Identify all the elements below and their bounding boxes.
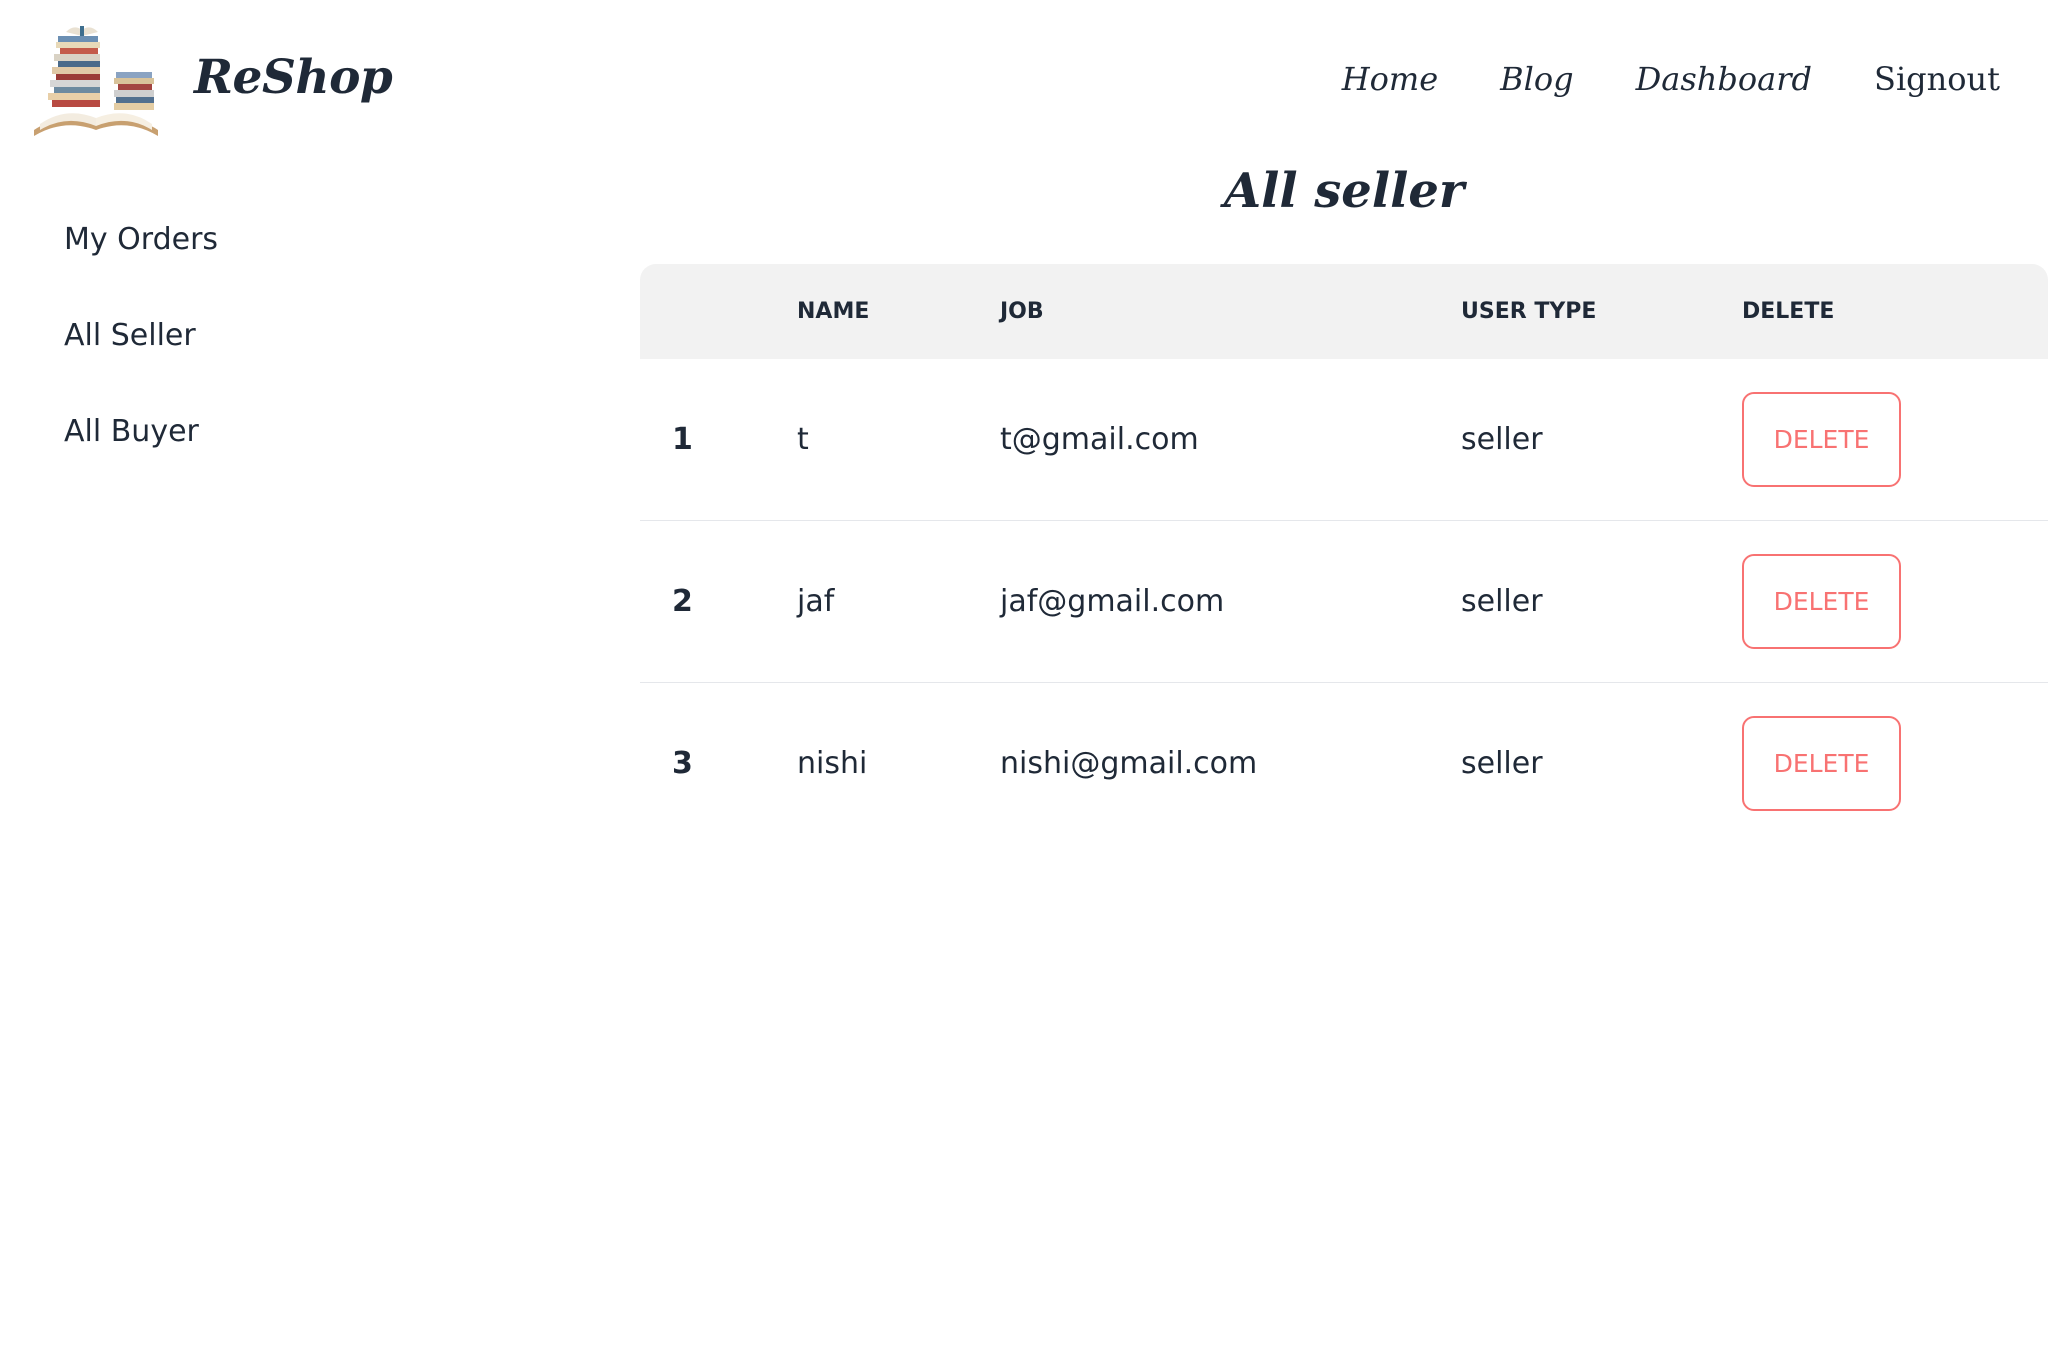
nav-signout[interactable]: Signout (1874, 52, 2000, 106)
sellers-table: NAME JOB USER TYPE DELETE 1 t t@gmail.co… (640, 264, 2048, 845)
table-row: 3 nishi nishi@gmail.com seller DELETE (640, 683, 2048, 845)
row-index: 1 (672, 422, 693, 457)
page-title: All seller (1223, 163, 1465, 219)
column-header-user-type: USER TYPE (1461, 299, 1597, 324)
nav-home[interactable]: Home (1342, 52, 1438, 106)
table-row: 1 t t@gmail.com seller DELETE (640, 359, 2048, 521)
row-name: t (797, 422, 809, 457)
nav-dashboard[interactable]: Dashboard (1636, 52, 1812, 106)
delete-button[interactable]: DELETE (1742, 554, 1901, 649)
row-job: t@gmail.com (1000, 422, 1199, 457)
site-header: ReShop Home Blog Dashboard Signout (0, 0, 2048, 160)
column-header-job: JOB (1000, 299, 1044, 324)
row-name: jaf (797, 584, 835, 619)
row-job: nishi@gmail.com (1000, 746, 1258, 781)
brand-name[interactable]: ReShop (194, 46, 393, 110)
row-index: 3 (672, 746, 693, 781)
row-job: jaf@gmail.com (1000, 584, 1225, 619)
sidebar: My Orders All Seller All Buyer (64, 212, 218, 500)
sidebar-item-my-orders[interactable]: My Orders (64, 212, 218, 308)
delete-button[interactable]: DELETE (1742, 392, 1901, 487)
delete-button[interactable]: DELETE (1742, 716, 1901, 811)
table-row: 2 jaf jaf@gmail.com seller DELETE (640, 521, 2048, 683)
column-header-name: NAME (797, 299, 870, 324)
sidebar-item-all-seller[interactable]: All Seller (64, 308, 218, 404)
row-user-type: seller (1461, 746, 1543, 781)
row-name: nishi (797, 746, 868, 781)
row-user-type: seller (1461, 422, 1543, 457)
books-stack-icon[interactable] (30, 22, 162, 142)
column-header-delete: DELETE (1742, 299, 1835, 324)
main-nav: Home Blog Dashboard Signout (1280, 52, 2000, 106)
table-header: NAME JOB USER TYPE DELETE (640, 264, 2048, 359)
row-user-type: seller (1461, 584, 1543, 619)
nav-blog[interactable]: Blog (1500, 52, 1574, 106)
row-index: 2 (672, 584, 693, 619)
sidebar-item-all-buyer[interactable]: All Buyer (64, 404, 218, 500)
